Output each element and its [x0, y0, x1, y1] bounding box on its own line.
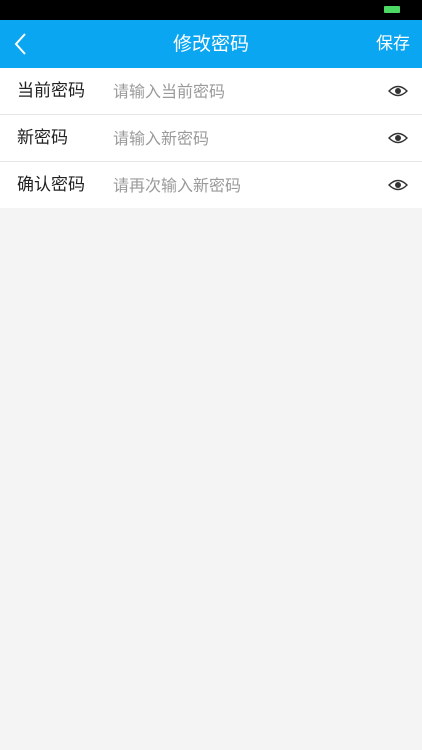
new-password-label: 新密码: [17, 128, 68, 148]
new-password-row: 新密码: [0, 115, 422, 162]
password-form: 当前密码 新密码 确认密码: [0, 68, 422, 208]
status-bar: [0, 0, 422, 20]
current-password-input[interactable]: [113, 76, 363, 106]
page-title: 修改密码: [172, 33, 249, 55]
confirm-password-label: 确认密码: [17, 175, 85, 195]
eye-icon[interactable]: [388, 82, 408, 100]
battery-icon: [384, 6, 400, 13]
eye-icon[interactable]: [388, 129, 408, 147]
save-button[interactable]: 保存: [376, 20, 410, 68]
new-password-input[interactable]: [113, 123, 363, 153]
nav-bar: 修改密码 保存: [0, 20, 422, 68]
current-password-label: 当前密码: [17, 81, 85, 101]
current-password-row: 当前密码: [0, 68, 422, 115]
confirm-password-row: 确认密码: [0, 162, 422, 208]
eye-icon[interactable]: [388, 176, 408, 194]
confirm-password-input[interactable]: [113, 170, 363, 200]
